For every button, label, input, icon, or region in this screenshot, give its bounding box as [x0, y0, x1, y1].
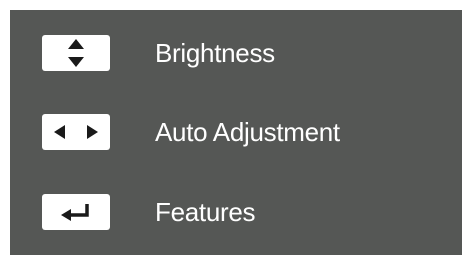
left-right-key[interactable] [42, 114, 110, 150]
up-down-arrows-icon [68, 39, 84, 67]
menu-item-label: Auto Adjustment [155, 117, 340, 147]
menu-item-auto-adjustment[interactable]: Auto Adjustment [10, 102, 462, 162]
osd-menu-panel: Brightness Auto Adjustment Features [10, 10, 462, 255]
enter-return-icon [61, 204, 89, 221]
menu-item-label: Features [155, 197, 256, 227]
menu-item-features[interactable]: Features [10, 182, 462, 242]
menu-item-label: Brightness [155, 38, 275, 68]
enter-key[interactable] [42, 194, 110, 230]
up-down-key[interactable] [42, 35, 110, 71]
left-right-arrows-icon [54, 125, 98, 139]
menu-item-brightness[interactable]: Brightness [10, 23, 462, 83]
